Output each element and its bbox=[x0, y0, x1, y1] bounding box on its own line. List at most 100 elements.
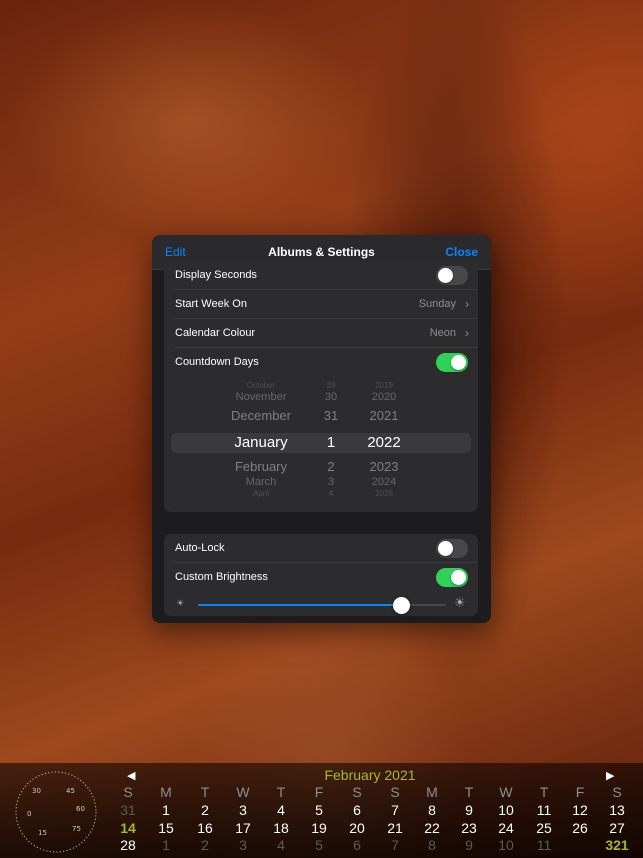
weekday-header: M bbox=[160, 784, 172, 800]
calendar-day[interactable]: 27 bbox=[600, 820, 634, 836]
calendar-day[interactable]: 17 bbox=[226, 820, 260, 836]
picker-year-option[interactable]: 2023 bbox=[354, 459, 414, 474]
calendar-day[interactable]: 12 bbox=[563, 802, 597, 818]
calendar-day[interactable]: 22 bbox=[415, 820, 449, 836]
calendar-day[interactable]: 2 bbox=[188, 837, 222, 853]
calendar-day[interactable]: 23 bbox=[452, 820, 486, 836]
calendar-day[interactable]: 3 bbox=[226, 802, 260, 818]
picker-month-option[interactable]: December bbox=[216, 408, 306, 423]
weekday-header: T bbox=[200, 784, 210, 800]
calendar-day[interactable]: 4 bbox=[264, 837, 298, 853]
calendar-day[interactable]: 15 bbox=[149, 820, 183, 836]
calendar-day[interactable]: 21 bbox=[378, 820, 412, 836]
calendar-day[interactable]: 18 bbox=[264, 820, 298, 836]
weekday-header: F bbox=[314, 784, 324, 800]
close-button[interactable]: Close bbox=[445, 245, 478, 259]
brightness-slider[interactable] bbox=[198, 597, 446, 614]
calendar-day[interactable]: 24 bbox=[489, 820, 523, 836]
brightness-low-icon: ☀ bbox=[176, 598, 185, 608]
picker-month-option[interactable]: October bbox=[216, 381, 306, 390]
picker-year-option[interactable]: 2019 bbox=[354, 381, 414, 390]
countdown-days-label: Countdown Days bbox=[175, 356, 259, 368]
picker-day-option[interactable]: 3 bbox=[316, 476, 346, 488]
brightness-slider-row: ☀ ☀ bbox=[164, 592, 478, 616]
calendar-day[interactable]: 25 bbox=[527, 820, 561, 836]
picker-day-option[interactable]: 2 bbox=[316, 459, 346, 474]
start-week-on-value: Sunday bbox=[418, 298, 456, 310]
weekday-header: T bbox=[276, 784, 286, 800]
picker-month-option[interactable]: January bbox=[216, 434, 306, 451]
calendar-colour-value: Neon bbox=[429, 327, 456, 339]
picker-year-option[interactable]: 2021 bbox=[354, 408, 414, 423]
toggle-knob bbox=[438, 268, 453, 283]
calendar-day[interactable]: 4 bbox=[264, 802, 298, 818]
calendar-day[interactable]: 5 bbox=[302, 837, 336, 853]
calendar-day[interactable]: 9 bbox=[452, 802, 486, 818]
calendar-day[interactable]: 7 bbox=[378, 837, 412, 853]
weekday-header: S bbox=[390, 784, 400, 800]
weekday-header: T bbox=[539, 784, 549, 800]
popover-title: Albums & Settings bbox=[268, 245, 375, 259]
calendar-day[interactable]: 1 bbox=[149, 837, 183, 853]
picker-day-option[interactable]: 30 bbox=[316, 391, 346, 403]
picker-day-option[interactable]: 31 bbox=[316, 408, 346, 423]
row-start-week-on[interactable]: Start Week On Sunday › bbox=[164, 290, 478, 319]
display-seconds-toggle[interactable] bbox=[436, 266, 468, 285]
calendar-day[interactable]: 11 bbox=[527, 837, 561, 853]
picker-year-option[interactable]: 2022 bbox=[354, 434, 414, 451]
calendar-day[interactable]: 14 bbox=[111, 820, 145, 836]
row-countdown-days: Countdown Days bbox=[164, 348, 478, 377]
countdown-days-toggle[interactable] bbox=[436, 353, 468, 372]
calendar-colour-label: Calendar Colour bbox=[175, 327, 256, 339]
calendar-day[interactable]: 13 bbox=[600, 802, 634, 818]
chevron-right-icon: › bbox=[465, 326, 469, 340]
row-custom-brightness: Custom Brightness bbox=[164, 563, 478, 592]
picker-day-option[interactable]: 1 bbox=[316, 434, 346, 451]
calendar-day[interactable]: 6 bbox=[340, 802, 374, 818]
auto-lock-toggle[interactable] bbox=[436, 539, 468, 558]
calendar-day[interactable]: 3 bbox=[226, 837, 260, 853]
brightness-slider-thumb[interactable] bbox=[393, 597, 411, 614]
picker-day-option[interactable]: 4 bbox=[316, 489, 346, 498]
custom-brightness-label: Custom Brightness bbox=[175, 571, 268, 583]
calendar-day[interactable]: 11 bbox=[527, 802, 561, 818]
picker-day-option[interactable]: 29 bbox=[316, 381, 346, 390]
toggle-knob bbox=[451, 570, 466, 585]
weekday-header: F bbox=[575, 784, 585, 800]
custom-brightness-toggle[interactable] bbox=[436, 568, 468, 587]
picker-year-option[interactable]: 2025 bbox=[354, 489, 414, 498]
calendar-day[interactable]: 19 bbox=[302, 820, 336, 836]
picker-month-option[interactable]: February bbox=[216, 459, 306, 474]
picker-year-option[interactable]: 2024 bbox=[354, 476, 414, 488]
calendar-day[interactable]: 9 bbox=[452, 837, 486, 853]
calendar-day[interactable]: 20 bbox=[340, 820, 374, 836]
picker-month-option[interactable]: March bbox=[216, 476, 306, 488]
settings-popover: Edit Albums & Settings Close Display Sec… bbox=[152, 235, 491, 623]
calendar-day[interactable]: 6 bbox=[340, 837, 374, 853]
start-week-on-label: Start Week On bbox=[175, 298, 247, 310]
calendar-day[interactable]: 2 bbox=[188, 802, 222, 818]
picker-month-option[interactable]: November bbox=[216, 391, 306, 403]
calendar-day[interactable]: 16 bbox=[188, 820, 222, 836]
calendar-day[interactable]: 7 bbox=[378, 802, 412, 818]
calendar-day[interactable]: 8 bbox=[415, 837, 449, 853]
calendar-day[interactable]: 10 bbox=[489, 802, 523, 818]
calendar-day[interactable]: 26 bbox=[563, 820, 597, 836]
countdown-date-picker[interactable]: October November December January February Ma… bbox=[164, 378, 478, 512]
toggle-knob bbox=[451, 355, 466, 370]
picker-year-option[interactable]: 2020 bbox=[354, 391, 414, 403]
picker-month-option[interactable]: April bbox=[216, 489, 306, 498]
countdown-days-remaining[interactable]: 321 bbox=[600, 837, 634, 853]
weekday-header: S bbox=[352, 784, 362, 800]
calendar-day[interactable]: 10 bbox=[489, 837, 523, 853]
calendar-day[interactable]: 31 bbox=[111, 802, 145, 818]
calendar-day[interactable]: 5 bbox=[302, 802, 336, 818]
weekday-header: T bbox=[464, 784, 474, 800]
calendar-day[interactable]: 1 bbox=[149, 802, 183, 818]
row-calendar-colour[interactable]: Calendar Colour Neon › bbox=[164, 319, 478, 348]
calendar-day[interactable]: 8 bbox=[415, 802, 449, 818]
weekday-header: M bbox=[426, 784, 438, 800]
calendar-day[interactable]: 28 bbox=[111, 837, 145, 853]
calendar-bar: 30 45 60 75 15 0 ◀ February 2021 ▶ SMTWT… bbox=[0, 763, 643, 858]
weekday-header: S bbox=[123, 784, 133, 800]
